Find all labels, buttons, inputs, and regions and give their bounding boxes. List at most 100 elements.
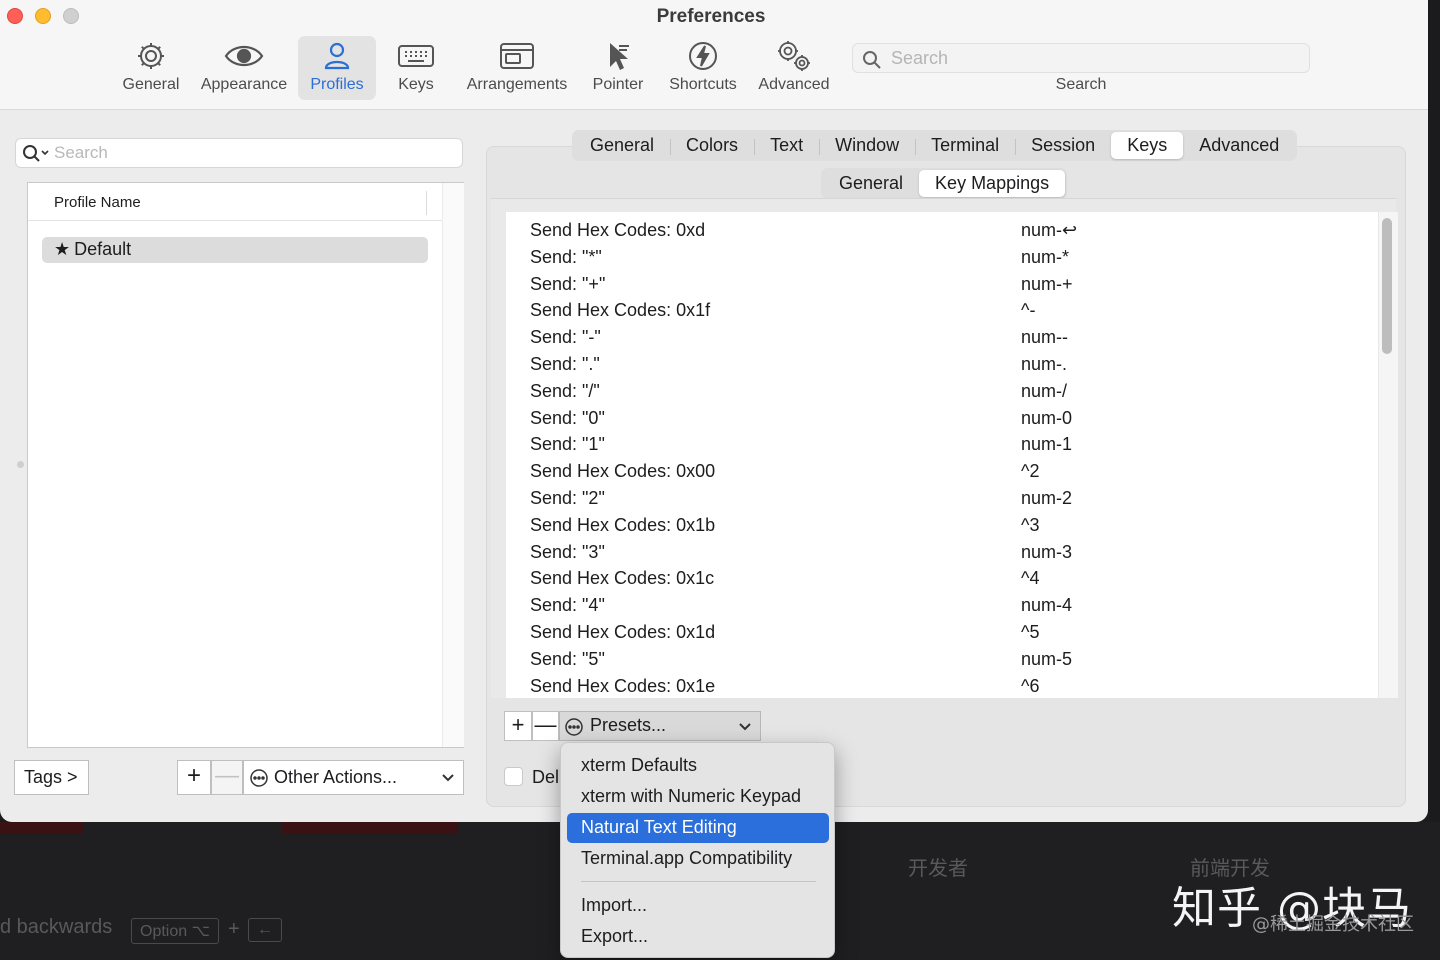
- table-row[interactable]: Send Hex Codes: 0x1c ^4: [506, 560, 1378, 588]
- table-row[interactable]: Send: "3" num-3: [506, 534, 1378, 562]
- pointer-icon: [586, 36, 650, 76]
- delete-sends-checkbox[interactable]: [504, 767, 523, 786]
- toolbar-profiles[interactable]: Profiles: [298, 36, 376, 100]
- tab-colors[interactable]: Colors: [670, 132, 754, 159]
- table-row[interactable]: Send Hex Codes: 0xd num-↩: [506, 212, 1378, 240]
- toolbar-label: Pointer: [592, 76, 644, 93]
- table-row[interactable]: Send: "1" num-1: [506, 426, 1378, 454]
- menu-item-terminal-app-compatibility[interactable]: Terminal.app Compatibility: [567, 844, 829, 874]
- menu-item-xterm-defaults[interactable]: xterm Defaults: [567, 751, 829, 781]
- toolbar-arrangements[interactable]: Arrangements: [460, 36, 574, 100]
- background-key-option: Option ⌥: [131, 918, 220, 944]
- profile-row-default[interactable]: ★ Default: [42, 237, 428, 263]
- table-row[interactable]: Send Hex Codes: 0x1e ^6: [506, 668, 1378, 696]
- tab-keys[interactable]: Keys: [1111, 132, 1184, 159]
- keyboard-icon: [384, 36, 448, 76]
- profile-search-input[interactable]: Search: [15, 138, 463, 168]
- background-key-plus: +: [228, 918, 240, 940]
- tab-terminal[interactable]: Terminal: [915, 132, 1015, 159]
- table-row[interactable]: Send: "+" num-+: [506, 266, 1378, 294]
- presets-popup[interactable]: Presets...: [559, 711, 761, 741]
- ellipsis-circle-icon: [565, 718, 583, 736]
- scrollbar-track[interactable]: [442, 183, 464, 747]
- table-row[interactable]: Send: "4" num-4: [506, 587, 1378, 615]
- toolbar-appearance[interactable]: Appearance: [196, 36, 292, 100]
- delete-sends-label: Del: [532, 767, 560, 787]
- toolbar-keys[interactable]: Keys: [384, 36, 448, 100]
- split-handle[interactable]: [17, 461, 24, 468]
- background-text: d backwards: [0, 916, 113, 938]
- search-icon: [863, 51, 881, 69]
- toolbar-advanced[interactable]: Advanced: [752, 36, 836, 100]
- toolbar-label: Keys: [398, 76, 434, 93]
- table-row[interactable]: Send Hex Codes: 0x1d ^5: [506, 614, 1378, 642]
- table-row[interactable]: Send Hex Codes: 0x00 ^2: [506, 453, 1378, 481]
- toolbar-label: Profiles: [310, 76, 364, 93]
- menu-item-export[interactable]: Export...: [567, 922, 829, 952]
- keys-subtab-bar: General Key Mappings: [821, 168, 1068, 199]
- add-profile-button[interactable]: +: [177, 760, 211, 795]
- background-cn-text: 开发者: [908, 858, 968, 880]
- table-row[interactable]: Send: "-" num--: [506, 319, 1378, 347]
- toolbar-general[interactable]: General: [114, 36, 188, 100]
- chevron-down-icon: [442, 774, 454, 782]
- table-row[interactable]: Send: "/" num-/: [506, 373, 1378, 401]
- remove-profile-button[interactable]: —: [211, 760, 243, 795]
- tab-window[interactable]: Window: [819, 132, 915, 159]
- star-icon: ★: [54, 239, 71, 259]
- table-row[interactable]: Send: "*" num-*: [506, 239, 1378, 267]
- profile-list: Profile Name ★ Default: [27, 182, 464, 748]
- profile-name: Default: [74, 239, 132, 259]
- chevron-down-icon: [739, 723, 751, 731]
- add-mapping-button[interactable]: +: [504, 711, 532, 741]
- table-row[interactable]: Send Hex Codes: 0x1b ^3: [506, 507, 1378, 535]
- background-bar: [282, 822, 458, 834]
- preferences-window: Preferences General Appearance Profiles …: [0, 0, 1428, 822]
- window-title: Preferences: [656, 6, 766, 27]
- table-row[interactable]: Send: "2" num-2: [506, 480, 1378, 508]
- menu-item-import[interactable]: Import...: [567, 891, 829, 921]
- column-header-profile-name[interactable]: Profile Name: [28, 183, 442, 221]
- mapping-action: Send Hex Codes: 0x1e: [530, 675, 716, 696]
- presets-label: Presets...: [590, 715, 667, 735]
- menu-separator: [581, 881, 816, 882]
- tab-general[interactable]: General: [574, 132, 670, 159]
- person-icon: [298, 36, 376, 76]
- toolbar-pointer[interactable]: Pointer: [586, 36, 650, 100]
- column-divider: [426, 191, 427, 215]
- toolbar-shortcuts[interactable]: Shortcuts: [662, 36, 744, 100]
- toolbar-search-field[interactable]: Search: [852, 43, 1310, 73]
- background-key-left: ←: [248, 918, 282, 942]
- presets-menu: xterm Defaults xterm with Numeric Keypad…: [560, 742, 835, 958]
- menu-item-natural-text-editing[interactable]: Natural Text Editing: [567, 813, 829, 843]
- gears-icon: [752, 36, 836, 76]
- table-row[interactable]: Send: "0" num-0: [506, 400, 1378, 428]
- search-icon: [23, 145, 49, 162]
- tab-advanced[interactable]: Advanced: [1183, 132, 1295, 159]
- toolbar-label: Advanced: [758, 76, 830, 93]
- table-row[interactable]: Send: "." num-.: [506, 346, 1378, 374]
- search-placeholder: Search: [891, 48, 949, 68]
- bolt-icon: [662, 36, 744, 76]
- profile-tab-bar: General Colors Text Window Terminal Sess…: [572, 130, 1298, 161]
- tab-text[interactable]: Text: [754, 132, 819, 159]
- toolbar-label: General: [122, 76, 180, 93]
- scrollbar-thumb[interactable]: [1382, 218, 1392, 354]
- tab-session[interactable]: Session: [1015, 132, 1111, 159]
- remove-mapping-button[interactable]: —: [532, 711, 559, 741]
- other-actions-label: Other Actions...: [274, 767, 398, 787]
- background-bar: [0, 822, 84, 834]
- other-actions-popup[interactable]: Other Actions...: [243, 760, 464, 795]
- subtab-key-mappings[interactable]: Key Mappings: [919, 170, 1066, 197]
- tags-button[interactable]: Tags >: [14, 760, 89, 795]
- gear-icon: [114, 36, 188, 76]
- toolbar-label: Arrangements: [466, 76, 568, 93]
- toolbar-label: Appearance: [200, 76, 288, 93]
- key-mappings-table: Send Hex Codes: 0xd num-↩ Send: "*" num-* Se…: [506, 212, 1378, 698]
- table-row[interactable]: Send Hex Codes: 0x1f ^-: [506, 292, 1378, 320]
- subtab-general[interactable]: General: [823, 170, 919, 197]
- titlebar: Preferences General Appearance Profiles …: [0, 0, 1428, 110]
- table-row[interactable]: Send: "5" num-5: [506, 641, 1378, 669]
- menu-item-xterm-numeric-keypad[interactable]: xterm with Numeric Keypad: [567, 782, 829, 812]
- toolbar-label: Shortcuts: [669, 76, 737, 93]
